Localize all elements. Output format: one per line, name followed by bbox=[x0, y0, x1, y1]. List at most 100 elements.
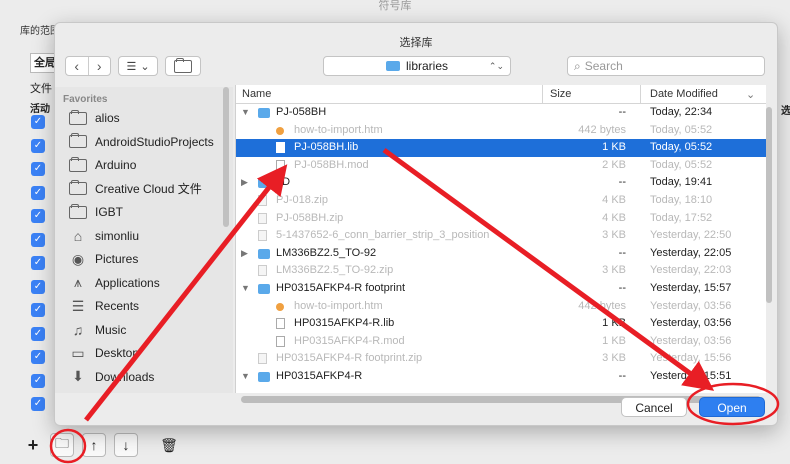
file-name: PJ-058BH bbox=[276, 106, 327, 118]
disclosure-open-icon[interactable]: ▼ bbox=[241, 280, 250, 298]
date-column-header[interactable]: Date Modified bbox=[650, 88, 718, 100]
active-checkbox[interactable]: ✓ bbox=[31, 162, 45, 176]
file-row[interactable]: PJ-058BH.mod 2 KB Today, 05:52 bbox=[236, 157, 766, 175]
add-folder-button[interactable]: 🗀 bbox=[50, 433, 74, 457]
size-column-header[interactable]: Size bbox=[550, 88, 571, 100]
add-library-button[interactable]: + bbox=[24, 434, 42, 456]
file-row[interactable]: PJ-058BH.zip 4 KB Today, 17:52 bbox=[236, 210, 766, 228]
file-row[interactable]: 5-1437652-6_conn_barrier_strip_3_positio… bbox=[236, 227, 766, 245]
file-row[interactable]: HP0315AFKP4-R footprint.zip 3 KB Yesterday… bbox=[236, 350, 766, 368]
view-mode-button[interactable]: ☰ ⌄ bbox=[118, 56, 158, 76]
file-name: PJ-058BH.zip bbox=[276, 211, 344, 224]
trash-icon[interactable]: 🗑 bbox=[160, 434, 178, 456]
active-checkbox[interactable]: ✓ bbox=[31, 373, 45, 388]
file-row[interactable]: how-to-import.htm 442 bytes Today, 05:52 bbox=[236, 122, 766, 140]
sidebar-item[interactable]: ♫ Music bbox=[69, 321, 127, 339]
sidebar-item[interactable]: ⌂ simonliu bbox=[69, 227, 139, 245]
file-row[interactable]: PJ-018.zip 4 KB Today, 18:10 bbox=[236, 192, 766, 210]
sidebar: Favorites alios AndroidStudioProjects Ardu… bbox=[55, 87, 233, 393]
file-row[interactable]: ▼ HP0315AFKP4-R -- Yesterday, 15:51 bbox=[236, 368, 766, 386]
file-size: 1 KB bbox=[602, 334, 626, 347]
folder-icon bbox=[258, 248, 270, 259]
file-size: 442 bytes bbox=[578, 123, 626, 136]
window-title: 符号库 bbox=[378, 0, 412, 12]
active-checkbox[interactable]: ✓ bbox=[31, 209, 45, 223]
list-vertical-scrollbar[interactable] bbox=[766, 107, 772, 303]
sidebar-item-label: simonliu bbox=[95, 228, 140, 243]
file-date: Yesterday, 22:50 bbox=[650, 229, 732, 242]
file-row[interactable]: ▶ LM336BZ2.5_TO-92 -- Yesterday, 22:05 bbox=[236, 245, 766, 263]
sidebar-item[interactable]: ☰ Recents bbox=[69, 297, 139, 315]
web-icon bbox=[276, 302, 284, 311]
sidebar-item[interactable]: Creative Cloud 文件 bbox=[69, 180, 202, 198]
file-row[interactable]: ▶ 3D -- Today, 19:41 bbox=[236, 174, 766, 192]
file-size: 2 KB bbox=[602, 158, 626, 171]
move-up-button[interactable]: ↑ bbox=[82, 433, 106, 457]
active-checkbox[interactable]: ✓ bbox=[31, 185, 45, 200]
active-checkbox[interactable]: ✓ bbox=[31, 397, 45, 411]
active-checkbox[interactable]: ✓ bbox=[31, 350, 45, 364]
sidebar-item[interactable]: Arduino bbox=[69, 156, 136, 174]
back-button[interactable]: ‹ bbox=[66, 57, 89, 75]
sidebar-item[interactable]: alios bbox=[69, 109, 120, 127]
file-date: Yesterday, 03:56 bbox=[650, 317, 732, 330]
file-size: -- bbox=[618, 246, 626, 259]
zip-icon bbox=[258, 353, 267, 365]
sidebar-item-label: Music bbox=[95, 322, 127, 337]
folder-icon bbox=[69, 109, 87, 125]
disclosure-closed-icon[interactable]: ▶ bbox=[241, 245, 248, 263]
sidebar-item[interactable]: ◉ Pictures bbox=[69, 250, 138, 268]
file-row[interactable]: LM336BZ2.5_TO-92.zip 3 KB Yesterday, 22:03 bbox=[236, 262, 766, 280]
new-folder-button[interactable] bbox=[165, 56, 201, 76]
active-checkbox[interactable]: ✓ bbox=[31, 303, 45, 317]
folder-icon bbox=[385, 61, 400, 71]
sidebar-item-label: Pictures bbox=[95, 252, 139, 266]
file-name: LM336BZ2.5_TO-92.zip bbox=[276, 264, 394, 277]
file-date: Yesterday, 15:57 bbox=[650, 282, 732, 294]
updown-icon: ⌃⌄ bbox=[488, 60, 504, 71]
sidebar-item-label: alios bbox=[95, 111, 120, 125]
file-date: Today, 17:52 bbox=[650, 211, 713, 224]
cancel-button[interactable]: Cancel bbox=[621, 397, 687, 417]
zip-icon bbox=[258, 265, 267, 277]
sidebar-item[interactable]: ▭ Desktop bbox=[69, 344, 139, 362]
file-row[interactable]: how-to-import.htm 442 bytes Yesterday, 03:… bbox=[236, 298, 766, 316]
forward-button[interactable]: › bbox=[89, 57, 111, 75]
disclosure-closed-icon[interactable]: ▶ bbox=[241, 174, 248, 192]
open-button[interactable]: Open bbox=[699, 397, 765, 417]
file-date: Today, 05:52 bbox=[650, 141, 713, 154]
file-row[interactable]: PJ-058BH.lib 1 KB Today, 05:52 bbox=[236, 139, 766, 157]
file-row[interactable]: ▼ PJ-058BH -- Today, 22:34 bbox=[236, 104, 766, 122]
active-checkbox[interactable]: ✓ bbox=[31, 326, 45, 341]
sidebar-item[interactable]: ⩚ Applications bbox=[69, 274, 160, 292]
active-checkbox[interactable]: ✓ bbox=[31, 138, 45, 153]
file-row[interactable]: HP0315AFKP4-R.lib 1 KB Yesterday, 03:56 bbox=[236, 315, 766, 333]
file-size: -- bbox=[618, 282, 626, 294]
camera-icon: ◉ bbox=[71, 250, 85, 267]
disclosure-open-icon[interactable]: ▼ bbox=[241, 368, 250, 386]
zip-icon bbox=[258, 212, 267, 224]
right-column-header: 选 bbox=[781, 106, 790, 117]
file-size: 4 KB bbox=[602, 194, 626, 206]
name-column-header[interactable]: Name bbox=[242, 88, 271, 100]
disclosure-open-icon[interactable]: ▼ bbox=[241, 104, 250, 122]
active-checkbox[interactable]: ✓ bbox=[31, 279, 45, 294]
location-popup[interactable]: libraries ⌃⌄ bbox=[323, 56, 511, 76]
folder-icon bbox=[69, 156, 87, 172]
file-name: 3D bbox=[276, 176, 291, 189]
file-row[interactable]: ▼ HP0315AFKP4-R footprint -- Yesterday, 15:… bbox=[236, 280, 766, 298]
active-checkbox[interactable]: ✓ bbox=[31, 115, 45, 129]
search-field[interactable]: ⌕ Search bbox=[567, 56, 765, 76]
sidebar-item[interactable]: AndroidStudioProjects bbox=[69, 133, 214, 151]
file-size: 4 KB bbox=[602, 211, 626, 224]
sidebar-item[interactable]: ⬇ Downloads bbox=[69, 368, 154, 386]
active-checkbox[interactable]: ✓ bbox=[31, 256, 45, 270]
move-down-button[interactable]: ↓ bbox=[114, 433, 138, 457]
sidebar-scrollbar[interactable] bbox=[223, 87, 229, 227]
sidebar-item[interactable]: IGBT bbox=[69, 203, 123, 221]
active-checkbox-column: ✓ ✓ ✓ ✓ ✓ ✓ ✓ ✓ ✓ ✓ ✓ ✓ ✓ bbox=[29, 115, 54, 421]
file-row[interactable]: HP0315AFKP4-R.mod 1 KB Yesterday, 03:56 bbox=[236, 333, 766, 351]
dialog-title: 选择库 bbox=[399, 37, 433, 49]
file-tab[interactable]: 文件 bbox=[30, 80, 52, 96]
active-checkbox[interactable]: ✓ bbox=[31, 232, 45, 247]
